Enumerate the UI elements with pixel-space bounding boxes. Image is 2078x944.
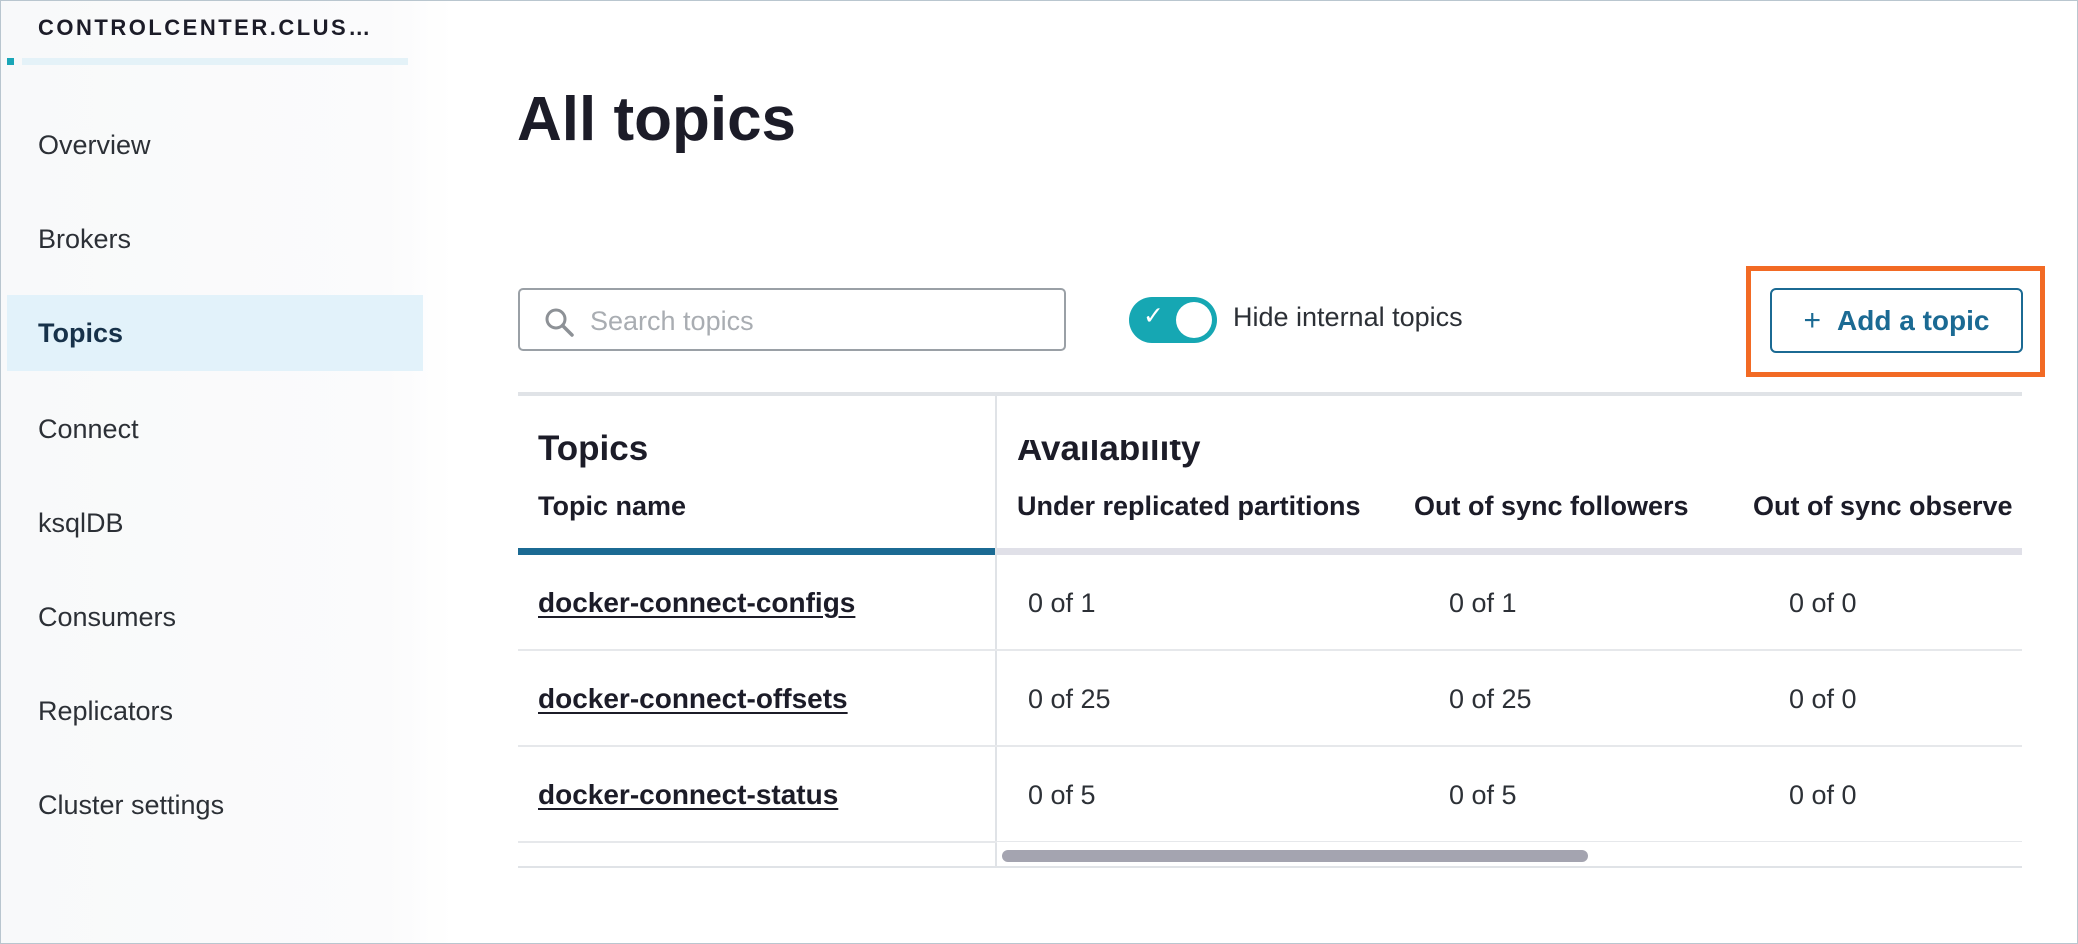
sort-indicator — [997, 548, 2022, 555]
column-header-out-of-sync-observers[interactable]: Out of sync observe — [1753, 491, 2013, 520]
topic-link[interactable]: docker-connect-configs — [538, 587, 855, 619]
add-topic-label: Add a topic — [1837, 304, 1990, 336]
search-box[interactable] — [518, 288, 1066, 351]
page-title: All topics — [517, 85, 797, 154]
sort-indicator-active — [518, 548, 995, 555]
toggle-label: Hide internal topics — [1233, 302, 1463, 332]
cluster-name[interactable]: CONTROLCENTER.CLUS… — [38, 15, 373, 41]
cell-out-of-sync-observers: 0 of 0 — [1789, 780, 1857, 810]
sidebar-item-topics[interactable]: Topics — [7, 295, 423, 371]
cell-out-of-sync-followers: 0 of 5 — [1449, 780, 1517, 810]
cell-out-of-sync-followers: 0 of 25 — [1449, 684, 1532, 714]
column-header-topic-name[interactable]: Topic name — [538, 491, 686, 522]
sidebar-item-overview[interactable]: Overview — [7, 107, 423, 183]
row-divider — [518, 745, 2022, 747]
sidebar-item-brokers[interactable]: Brokers — [7, 201, 423, 277]
topic-link[interactable]: docker-connect-status — [538, 779, 838, 811]
check-icon: ✓ — [1143, 302, 1164, 330]
row-divider — [518, 649, 2022, 651]
sidebar-item-cluster-settings[interactable]: Cluster settings — [7, 767, 423, 843]
add-topic-button[interactable]: + Add a topic — [1770, 288, 2023, 353]
toggle-knob — [1176, 302, 1212, 338]
cluster-name-underline — [22, 58, 408, 65]
cell-under-replicated: 0 of 25 — [1028, 684, 1111, 714]
sidebar: CONTROLCENTER.CLUS… Overview Brokers Top… — [1, 1, 454, 943]
sidebar-item-replicators[interactable]: Replicators — [7, 673, 423, 749]
cell-under-replicated: 0 of 5 — [1028, 780, 1096, 810]
table-top-border — [518, 392, 2022, 396]
sidebar-item-consumers[interactable]: Consumers — [7, 579, 423, 655]
header-group-topics: Topics — [538, 429, 649, 468]
column-header-out-of-sync-followers[interactable]: Out of sync followers — [1414, 491, 1689, 520]
cluster-indicator — [7, 58, 14, 65]
header-group-availability: Availability — [1017, 440, 1201, 468]
column-header-under-replicated[interactable]: Under replicated partitions — [1017, 491, 1361, 520]
sidebar-item-connect[interactable]: Connect — [7, 391, 423, 467]
availability-header: Availability Under replicated partitions… — [997, 440, 2022, 520]
cell-out-of-sync-followers: 0 of 1 — [1449, 588, 1517, 618]
search-icon — [545, 308, 574, 337]
cell-out-of-sync-observers: 0 of 0 — [1789, 684, 1857, 714]
cell-out-of-sync-observers: 0 of 0 — [1789, 588, 1857, 618]
sidebar-item-ksqldb[interactable]: ksqlDB — [7, 485, 423, 561]
cell-under-replicated: 0 of 1 — [1028, 588, 1096, 618]
plus-icon: + — [1803, 303, 1822, 337]
search-input[interactable] — [588, 300, 1052, 342]
table-bottom-border — [518, 866, 2022, 868]
topic-link[interactable]: docker-connect-offsets — [538, 683, 848, 715]
hide-internal-topics-toggle[interactable]: ✓ — [1129, 297, 1217, 343]
scrollbar-thumb[interactable] — [1002, 850, 1588, 862]
